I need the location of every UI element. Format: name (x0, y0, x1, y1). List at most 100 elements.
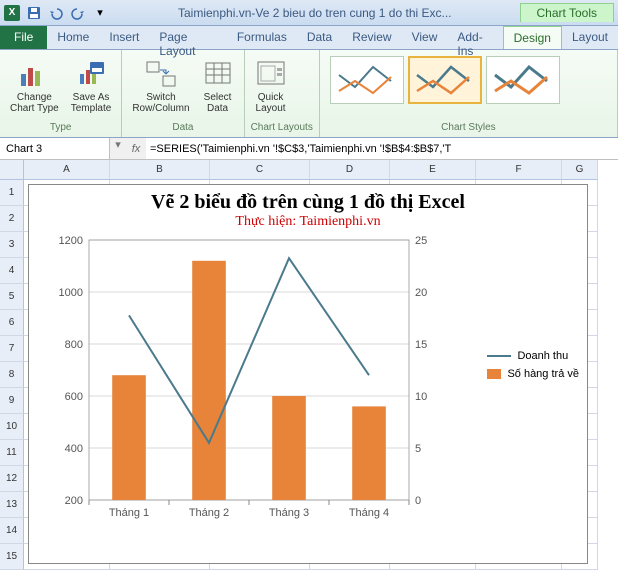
worksheet-grid: 123456789101112131415 ABCDEFG Vẽ 2 biểu … (0, 160, 618, 570)
legend-item-bar[interactable]: Số hàng trả về (487, 368, 579, 380)
tab-view[interactable]: View (402, 26, 448, 49)
group-type: Change Chart Type Save As Template Type (0, 50, 122, 137)
col-header[interactable]: B (110, 160, 210, 180)
select-data-label: Select Data (204, 92, 232, 114)
save-as-template-label: Save As Template (71, 92, 112, 114)
legend-box-icon (487, 369, 501, 379)
svg-text:10: 10 (415, 391, 427, 403)
group-chart-layouts: Quick Layout Chart Layouts (245, 50, 320, 137)
svg-text:15: 15 (415, 339, 427, 351)
row-header[interactable]: 9 (0, 388, 24, 414)
switch-row-column-button[interactable]: Switch Row/Column (128, 56, 193, 116)
svg-text:Tháng 1: Tháng 1 (109, 507, 149, 519)
fx-icon[interactable]: fx (126, 138, 146, 159)
tab-home[interactable]: Home (47, 26, 99, 49)
col-header[interactable]: C (210, 160, 310, 180)
select-all-corner[interactable] (0, 160, 24, 180)
svg-text:Tháng 2: Tháng 2 (189, 507, 229, 519)
row-header[interactable]: 5 (0, 284, 24, 310)
save-as-template-icon (75, 58, 107, 90)
switch-row-column-icon (145, 58, 177, 90)
svg-text:Tháng 3: Tháng 3 (269, 507, 309, 519)
save-as-template-button[interactable]: Save As Template (67, 56, 116, 116)
row-header[interactable]: 4 (0, 258, 24, 284)
name-box-dropdown-icon[interactable]: ▾ (110, 138, 126, 159)
formula-input[interactable]: =SERIES('Taimienphi.vn '!$C$3,'Taimienph… (146, 138, 618, 159)
col-header[interactable]: E (390, 160, 476, 180)
row-header[interactable]: 1 (0, 180, 24, 206)
svg-text:5: 5 (415, 443, 421, 455)
svg-text:600: 600 (65, 391, 83, 403)
row-header[interactable]: 6 (0, 310, 24, 336)
svg-text:25: 25 (415, 235, 427, 247)
row-header[interactable]: 2 (0, 206, 24, 232)
quick-layout-label: Quick Layout (256, 92, 286, 114)
change-chart-type-label: Change Chart Type (10, 92, 59, 114)
tab-layout[interactable]: Layout (562, 26, 618, 49)
svg-text:1200: 1200 (59, 235, 83, 247)
qat-dropdown-icon[interactable]: ▾ (90, 3, 110, 23)
change-chart-type-button[interactable]: Change Chart Type (6, 56, 63, 116)
ribbon-tabs: File Home Insert Page Layout Formulas Da… (0, 26, 618, 50)
row-header[interactable]: 11 (0, 440, 24, 466)
embedded-chart[interactable]: Vẽ 2 biểu đồ trên cùng 1 đồ thị Excel Th… (28, 184, 588, 564)
chart-title[interactable]: Vẽ 2 biểu đồ trên cùng 1 đồ thị Excel (29, 185, 587, 214)
chart-style-3[interactable] (486, 56, 560, 104)
chart-subtitle[interactable]: Thực hiện: Taimienphi.vn (29, 214, 587, 230)
quick-access-toolbar: ▾ (24, 3, 110, 23)
tab-addins[interactable]: Add-Ins (447, 26, 502, 49)
group-type-label: Type (6, 122, 115, 135)
chart-tools-label: Chart Tools (520, 3, 614, 22)
row-header[interactable]: 14 (0, 518, 24, 544)
svg-text:Tháng 4: Tháng 4 (349, 507, 389, 519)
col-header[interactable]: D (310, 160, 390, 180)
legend-line-icon (487, 355, 511, 357)
group-data-label: Data (128, 122, 237, 135)
group-chart-styles-label: Chart Styles (326, 122, 611, 135)
svg-text:800: 800 (65, 339, 83, 351)
change-chart-type-icon (18, 58, 50, 90)
tab-review[interactable]: Review (342, 26, 401, 49)
col-header[interactable]: F (476, 160, 562, 180)
tab-data[interactable]: Data (297, 26, 342, 49)
ribbon: Change Chart Type Save As Template Type … (0, 50, 618, 138)
row-header[interactable]: 12 (0, 466, 24, 492)
chart-style-1[interactable] (330, 56, 404, 104)
window-title: Taimienphi.vn-Ve 2 bieu do tren cung 1 d… (110, 6, 520, 20)
row-header[interactable]: 13 (0, 492, 24, 518)
save-icon[interactable] (24, 3, 44, 23)
group-chart-styles: Chart Styles (320, 50, 618, 137)
chart-style-2[interactable] (408, 56, 482, 104)
select-data-icon (202, 58, 234, 90)
group-chart-layouts-label: Chart Layouts (251, 122, 313, 135)
chart-plot-area[interactable]: 200400600800100012000510152025Tháng 1Thá… (29, 230, 589, 550)
formula-bar: Chart 3 ▾ fx =SERIES('Taimienphi.vn '!$C… (0, 138, 618, 160)
tab-formulas[interactable]: Formulas (227, 26, 297, 49)
row-header[interactable]: 7 (0, 336, 24, 362)
tab-design[interactable]: Design (503, 26, 562, 49)
quick-layout-button[interactable]: Quick Layout (251, 56, 291, 116)
row-header[interactable]: 3 (0, 232, 24, 258)
title-bar: X ▾ Taimienphi.vn-Ve 2 bieu do tren cung… (0, 0, 618, 26)
legend-line-label: Doanh thu (517, 350, 568, 362)
chart-legend[interactable]: Doanh thu Số hàng trả về (487, 350, 579, 386)
name-box[interactable]: Chart 3 (0, 138, 110, 159)
undo-icon[interactable] (46, 3, 66, 23)
tab-page-layout[interactable]: Page Layout (149, 26, 226, 49)
col-header[interactable]: A (24, 160, 110, 180)
row-header[interactable]: 10 (0, 414, 24, 440)
legend-item-line[interactable]: Doanh thu (487, 350, 579, 362)
svg-text:200: 200 (65, 495, 83, 507)
col-header[interactable]: G (562, 160, 598, 180)
row-header[interactable]: 15 (0, 544, 24, 570)
tab-insert[interactable]: Insert (99, 26, 149, 49)
svg-text:0: 0 (415, 495, 421, 507)
file-tab[interactable]: File (0, 26, 47, 49)
row-header[interactable]: 8 (0, 362, 24, 388)
switch-row-column-label: Switch Row/Column (132, 92, 189, 114)
redo-icon[interactable] (68, 3, 88, 23)
legend-bar-label: Số hàng trả về (507, 368, 579, 380)
svg-text:1000: 1000 (59, 287, 83, 299)
select-data-button[interactable]: Select Data (198, 56, 238, 116)
group-data: Switch Row/Column Select Data Data (122, 50, 244, 137)
